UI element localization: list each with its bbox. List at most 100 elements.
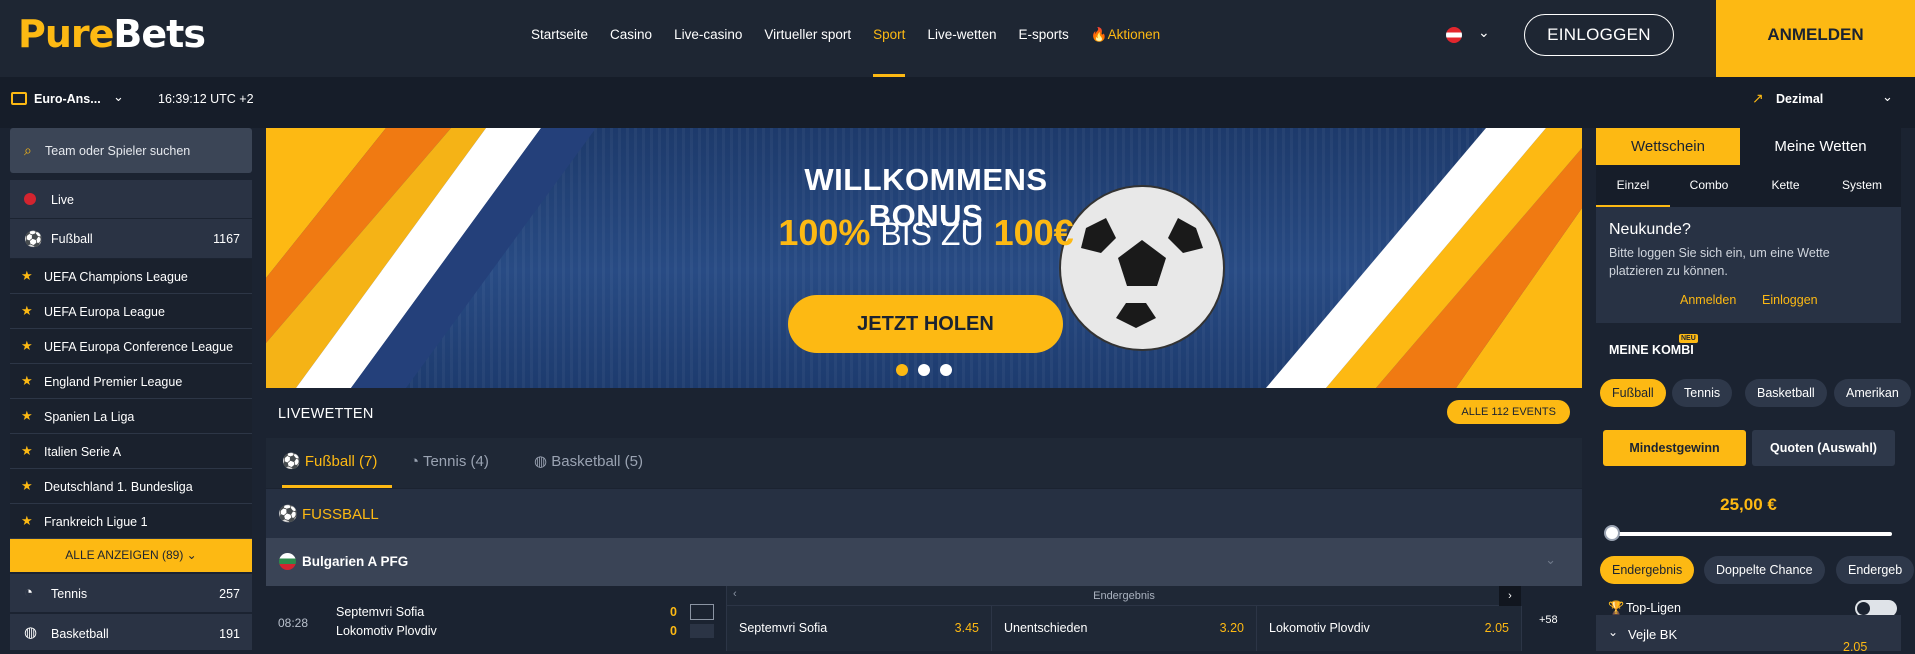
nav-e-sports[interactable]: E-sports	[1007, 0, 1079, 77]
banner-offer: 100% BIS ZU 100€	[778, 212, 1074, 253]
login-button[interactable]: EINLOGGEN	[1524, 14, 1674, 56]
live-dot-icon	[24, 193, 36, 205]
pill-endergebnis-2[interactable]: Endergeb	[1836, 556, 1915, 584]
nav-live-wetten[interactable]: Live-wetten	[916, 0, 1007, 77]
tab-combo[interactable]: Combo	[1670, 165, 1748, 207]
all-events-button[interactable]: ALLE 112 EVENTS	[1447, 400, 1570, 424]
fire-icon: 🔥	[1090, 27, 1108, 42]
star-icon: ★	[21, 303, 33, 318]
tab-tennis[interactable]: ◔ Tennis (4)	[410, 438, 489, 488]
pill-basketball[interactable]: Basketball	[1745, 379, 1827, 407]
chevron-down-icon[interactable]: ⌄	[1882, 89, 1893, 105]
chevron-down-icon[interactable]: ⌄	[113, 89, 124, 105]
sidebar-league[interactable]: ★ England Premier League	[10, 364, 252, 399]
star-icon: ★	[21, 478, 33, 493]
tab-system[interactable]: System	[1823, 165, 1901, 207]
football-icon: ⚽	[278, 506, 298, 523]
chevron-right-icon[interactable]: ›	[1499, 586, 1521, 606]
login-link[interactable]: Einloggen	[1762, 293, 1818, 307]
basketball-icon: ◍	[534, 453, 548, 470]
signup-button[interactable]: ANMELDEN	[1716, 0, 1915, 77]
nav-live-casino[interactable]: Live-casino	[663, 0, 753, 77]
sub-bar	[0, 77, 1915, 128]
nav-aktionen[interactable]: 🔥Aktionen	[1080, 0, 1171, 77]
sidebar-item-tennis[interactable]: ◔ Tennis 257	[10, 574, 252, 613]
carousel-dot[interactable]	[896, 364, 908, 376]
carousel-dot[interactable]	[918, 364, 930, 376]
signup-link[interactable]: Anmelden	[1680, 293, 1736, 307]
bulgaria-flag-icon	[279, 553, 296, 570]
pill-american[interactable]: Amerikan	[1834, 379, 1911, 407]
star-icon: ★	[21, 373, 33, 388]
austria-flag-icon[interactable]	[1446, 27, 1462, 43]
star-icon: ★	[21, 408, 33, 423]
away-team: Lokomotiv Plovdiv	[336, 624, 437, 638]
pill-tennis[interactable]: Tennis	[1672, 379, 1733, 407]
kombi-title: MEINE KOMBI	[1609, 343, 1694, 357]
tab-einzel[interactable]: Einzel	[1596, 165, 1670, 207]
tab-meine-wetten[interactable]: Meine Wetten	[1740, 128, 1901, 165]
tab-football[interactable]: ⚽ Fußball (7)	[282, 438, 392, 488]
pitch-icon[interactable]	[690, 604, 714, 620]
sidebar-league[interactable]: ★ Italien Serie A	[10, 434, 252, 469]
match-row[interactable]: 08:28 Septemvri Sofia Lokomotiv Plovdiv …	[266, 586, 1582, 651]
match-time: 08:28	[278, 616, 309, 630]
stake-slider-handle[interactable]	[1604, 525, 1620, 541]
sidebar-league[interactable]: ★ UEFA Europa Conference League	[10, 329, 252, 364]
tab-kette[interactable]: Kette	[1748, 165, 1823, 207]
home-score: 0	[670, 605, 677, 619]
odds-button-draw[interactable]: Unentschieden 3.20	[992, 606, 1257, 651]
nav-virtueller-sport[interactable]: Virtueller sport	[753, 0, 862, 77]
league-header[interactable]: Bulgarien A PFG ⌄	[266, 538, 1582, 586]
odds-button-home[interactable]: Septemvri Sofia 3.45	[727, 606, 992, 651]
carousel-dot[interactable]	[940, 364, 952, 376]
sidebar-league[interactable]: ★ Spanien La Liga	[10, 399, 252, 434]
odds-selection-button[interactable]: Quoten (Auswahl)	[1752, 430, 1895, 466]
tab-basketball[interactable]: ◍ Basketball (5)	[534, 438, 643, 488]
sidebar-item-football[interactable]: ⚽ Fußball 1167	[10, 219, 252, 259]
nav-casino[interactable]: Casino	[599, 0, 663, 77]
odds-format-select[interactable]: Euro-Ans...	[34, 92, 101, 106]
nav-startseite[interactable]: Startseite	[520, 0, 599, 77]
pill-endergebnis[interactable]: Endergebnis	[1600, 556, 1695, 584]
sidebar-item-live[interactable]: Live	[10, 180, 252, 219]
combo-selection-row[interactable]: ⌄ Vejle BK 2.05	[1596, 615, 1901, 654]
sidebar-item-basketball[interactable]: ◍ Basketball 191	[10, 614, 252, 651]
trend-icon: ↗	[1752, 90, 1764, 106]
nav-sport[interactable]: Sport	[862, 0, 916, 77]
sidebar-league[interactable]: ★ UEFA Champions League	[10, 259, 252, 294]
chevron-down-icon[interactable]: ⌄	[1608, 625, 1618, 639]
stake-slider-track[interactable]	[1608, 532, 1892, 536]
new-customer-box: Neukunde? Bitte loggen Sie sich ein, um …	[1596, 207, 1901, 323]
show-all-button[interactable]: ALLE ANZEIGEN (89) ⌄	[10, 539, 252, 572]
carousel-dots	[896, 364, 952, 376]
tab-wettschein[interactable]: Wettschein	[1596, 128, 1740, 165]
stake-amount: 25,00 €	[1720, 495, 1777, 514]
clock-time: 16:39:12 UTC +2	[158, 92, 254, 106]
chevron-down-icon[interactable]: ⌄	[1545, 552, 1556, 568]
more-markets-button[interactable]: +58	[1539, 614, 1558, 626]
odds-button-away[interactable]: Lokomotiv Plovdiv 2.05	[1257, 606, 1522, 651]
search-icon: ⌕	[24, 142, 32, 158]
purebets-logo[interactable]: PureBets	[18, 12, 206, 56]
betslip-panel: Wettschein Meine Wetten Einzel Combo Ket…	[1596, 128, 1915, 654]
min-win-button[interactable]: Mindestgewinn	[1603, 430, 1746, 466]
search-input[interactable]: ⌕ Team oder Spieler suchen	[10, 128, 252, 173]
star-icon: ★	[21, 268, 33, 283]
sidebar-league[interactable]: ★ UEFA Europa League	[10, 294, 252, 329]
decimal-select[interactable]: Dezimal	[1776, 92, 1823, 106]
pill-football[interactable]: Fußball	[1600, 379, 1666, 407]
chevron-down-icon[interactable]: ⌄	[1478, 24, 1490, 41]
main-nav: Startseite Casino Live-casino Virtueller…	[520, 0, 1171, 77]
new-badge: NEU	[1679, 334, 1698, 343]
my-combo-section: MEINE KOMBI NEU Fußball Tennis Basketbal…	[1596, 323, 1915, 654]
football-icon: ⚽	[24, 231, 43, 248]
chevron-left-icon[interactable]: ‹	[733, 588, 737, 600]
stats-icon[interactable]	[690, 624, 714, 638]
welcome-bonus-banner[interactable]: WILLKOMMENS BONUS 100% BIS ZU 100€ JETZT…	[266, 128, 1582, 388]
sidebar-league[interactable]: ★ Frankreich Ligue 1	[10, 504, 252, 539]
get-bonus-button[interactable]: JETZT HOLEN	[788, 295, 1063, 353]
football-section-header: ⚽ FUSSBALL	[266, 488, 1582, 538]
sidebar-league[interactable]: ★ Deutschland 1. Bundesliga	[10, 469, 252, 504]
pill-doppelte-chance[interactable]: Doppelte Chance	[1704, 556, 1825, 584]
